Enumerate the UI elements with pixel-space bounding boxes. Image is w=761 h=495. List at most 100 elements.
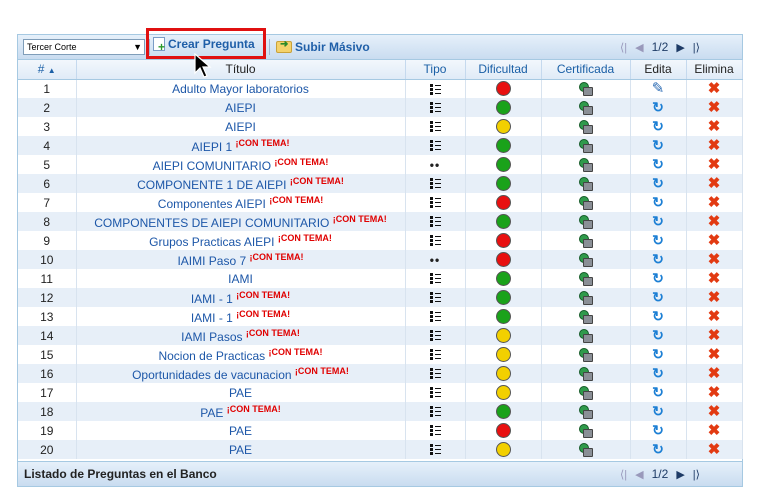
table-row[interactable]: 14 IAMI Pasos ¡CON TEMA! ↻ ✖: [18, 326, 743, 345]
row-delete[interactable]: ✖: [686, 117, 743, 136]
row-title[interactable]: IAIMI Paso 7 ¡CON TEMA!: [76, 250, 406, 269]
row-edit[interactable]: ↻: [630, 421, 687, 440]
row-title[interactable]: AIEPI COMUNITARIO ¡CON TEMA!: [76, 155, 406, 174]
delete-x-icon[interactable]: ✖: [708, 328, 721, 343]
certificate-icon[interactable]: [578, 442, 593, 457]
prev-page-icon[interactable]: ◀: [635, 41, 643, 54]
certificate-icon[interactable]: [578, 195, 593, 210]
question-title[interactable]: IAMI: [228, 272, 253, 286]
last-page-icon[interactable]: |⟩: [693, 41, 700, 54]
delete-x-icon[interactable]: ✖: [708, 81, 721, 96]
col-header-title[interactable]: Título: [76, 60, 406, 80]
row-title[interactable]: AIEPI 1 ¡CON TEMA!: [76, 136, 406, 155]
edit-arrow-icon[interactable]: ↻: [652, 157, 664, 171]
row-edit[interactable]: ↻: [630, 155, 687, 174]
delete-x-icon[interactable]: ✖: [708, 119, 721, 134]
delete-x-icon[interactable]: ✖: [708, 404, 721, 419]
delete-x-icon[interactable]: ✖: [708, 290, 721, 305]
row-title[interactable]: IAMI - 1 ¡CON TEMA!: [76, 288, 406, 307]
question-title[interactable]: Adulto Mayor laboratorios: [172, 82, 309, 96]
edit-arrow-icon[interactable]: ↻: [652, 404, 664, 418]
row-title[interactable]: Adulto Mayor laboratorios: [76, 79, 406, 98]
row-certified[interactable]: [541, 269, 631, 288]
edit-arrow-icon[interactable]: ↻: [652, 100, 664, 114]
row-edit[interactable]: ↻: [630, 193, 687, 212]
row-edit[interactable]: ↻: [630, 383, 687, 402]
table-row[interactable]: 1 Adulto Mayor laboratorios ✎ ✖: [18, 79, 743, 98]
question-title[interactable]: COMPONENTES DE AIEPI COMUNITARIO: [94, 216, 329, 230]
col-header-difficulty[interactable]: Dificultad: [465, 60, 542, 80]
certificate-icon[interactable]: [578, 214, 593, 229]
row-edit[interactable]: ↻: [630, 402, 687, 421]
row-delete[interactable]: ✖: [686, 326, 743, 345]
row-title[interactable]: PAE: [76, 440, 406, 459]
question-title[interactable]: COMPONENTE 1 DE AIEPI: [137, 178, 286, 192]
table-row[interactable]: 7 Componentes AIEPI ¡CON TEMA! ↻ ✖: [18, 193, 743, 212]
edit-arrow-icon[interactable]: ↻: [652, 309, 664, 323]
first-page-icon[interactable]: ⟨|: [620, 468, 627, 481]
row-certified[interactable]: [541, 193, 631, 212]
row-certified[interactable]: [541, 231, 631, 250]
row-delete[interactable]: ✖: [686, 402, 743, 421]
table-row[interactable]: 9 Grupos Practicas AIEPI ¡CON TEMA! ↻ ✖: [18, 231, 743, 250]
corte-select[interactable]: Tercer Corte ▼: [23, 39, 145, 55]
table-row[interactable]: 15 Nocion de Practicas ¡CON TEMA! ↻ ✖: [18, 345, 743, 364]
row-edit[interactable]: ↻: [630, 212, 687, 231]
table-row[interactable]: 6 COMPONENTE 1 DE AIEPI ¡CON TEMA! ↻ ✖: [18, 174, 743, 193]
edit-arrow-icon[interactable]: ↻: [652, 442, 664, 456]
certificate-icon[interactable]: [578, 366, 593, 381]
certificate-icon[interactable]: [578, 309, 593, 324]
row-certified[interactable]: [541, 98, 631, 117]
table-row[interactable]: 11 IAMI ↻ ✖: [18, 269, 743, 288]
delete-x-icon[interactable]: ✖: [708, 309, 721, 324]
edit-arrow-icon[interactable]: ↻: [652, 328, 664, 342]
certificate-icon[interactable]: [578, 290, 593, 305]
row-edit[interactable]: ↻: [630, 117, 687, 136]
row-certified[interactable]: [541, 326, 631, 345]
edit-arrow-icon[interactable]: ↻: [652, 119, 664, 133]
question-title[interactable]: PAE: [229, 424, 252, 438]
row-delete[interactable]: ✖: [686, 269, 743, 288]
row-certified[interactable]: [541, 402, 631, 421]
question-title[interactable]: AIEPI COMUNITARIO: [153, 159, 271, 173]
table-row[interactable]: 4 AIEPI 1 ¡CON TEMA! ↻ ✖: [18, 136, 743, 155]
prev-page-icon[interactable]: ◀: [635, 468, 643, 481]
delete-x-icon[interactable]: ✖: [708, 138, 721, 153]
certificate-icon[interactable]: [578, 404, 593, 419]
certificate-icon[interactable]: [578, 138, 593, 153]
question-title[interactable]: IAMI - 1: [191, 311, 233, 325]
row-certified[interactable]: [541, 364, 631, 383]
row-delete[interactable]: ✖: [686, 98, 743, 117]
row-title[interactable]: COMPONENTES DE AIEPI COMUNITARIO ¡CON TE…: [76, 212, 406, 231]
question-title[interactable]: IAMI Pasos: [181, 330, 242, 344]
question-title[interactable]: Oportunidades de vacunacion: [132, 368, 291, 382]
row-delete[interactable]: ✖: [686, 364, 743, 383]
question-title[interactable]: Nocion de Practicas: [158, 349, 265, 363]
question-title[interactable]: IAIMI Paso 7: [177, 254, 246, 268]
row-certified[interactable]: [541, 383, 631, 402]
edit-arrow-icon[interactable]: ↻: [652, 366, 664, 380]
delete-x-icon[interactable]: ✖: [708, 195, 721, 210]
row-edit[interactable]: ↻: [630, 364, 687, 383]
row-edit[interactable]: ✎: [630, 79, 687, 98]
row-certified[interactable]: [541, 212, 631, 231]
table-row[interactable]: 5 AIEPI COMUNITARIO ¡CON TEMA! •• ↻ ✖: [18, 155, 743, 174]
edit-arrow-icon[interactable]: ↻: [652, 195, 664, 209]
row-certified[interactable]: [541, 345, 631, 364]
table-row[interactable]: 16 Oportunidades de vacunacion ¡CON TEMA…: [18, 364, 743, 383]
row-edit[interactable]: ↻: [630, 440, 687, 459]
row-title[interactable]: IAMI: [76, 269, 406, 288]
edit-arrow-icon[interactable]: ↻: [652, 423, 664, 437]
table-row[interactable]: 17 PAE ↻ ✖: [18, 383, 743, 402]
row-certified[interactable]: [541, 288, 631, 307]
row-delete[interactable]: ✖: [686, 307, 743, 326]
row-edit[interactable]: ↻: [630, 288, 687, 307]
row-title[interactable]: IAMI - 1 ¡CON TEMA!: [76, 307, 406, 326]
row-certified[interactable]: [541, 174, 631, 193]
row-edit[interactable]: ↻: [630, 269, 687, 288]
delete-x-icon[interactable]: ✖: [708, 233, 721, 248]
row-delete[interactable]: ✖: [686, 79, 743, 98]
row-title[interactable]: Oportunidades de vacunacion ¡CON TEMA!: [76, 364, 406, 383]
edit-arrow-icon[interactable]: ↻: [652, 214, 664, 228]
row-certified[interactable]: [541, 421, 631, 440]
